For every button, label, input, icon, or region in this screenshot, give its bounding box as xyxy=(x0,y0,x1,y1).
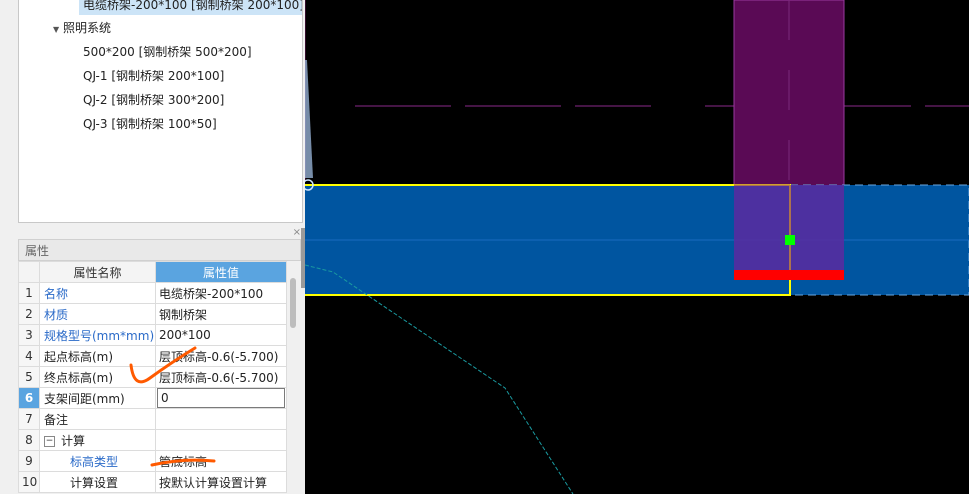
annotation-checkmark xyxy=(129,346,197,384)
selection-grip-handle[interactable] xyxy=(785,235,795,245)
tray-red-marker xyxy=(734,270,844,280)
annotation-overlay xyxy=(129,346,216,467)
cad-drawing xyxy=(305,0,969,494)
cyan-guide-line xyxy=(305,264,574,494)
left-panel: 电缆桥架-200*100 [钢制桥架 200*100] ▼ 照明系统 500*20… xyxy=(0,0,305,494)
edge-wedge xyxy=(305,60,313,178)
cad-canvas[interactable] xyxy=(305,0,969,494)
annotation-underline xyxy=(150,458,216,467)
tray-overlap xyxy=(734,185,844,270)
